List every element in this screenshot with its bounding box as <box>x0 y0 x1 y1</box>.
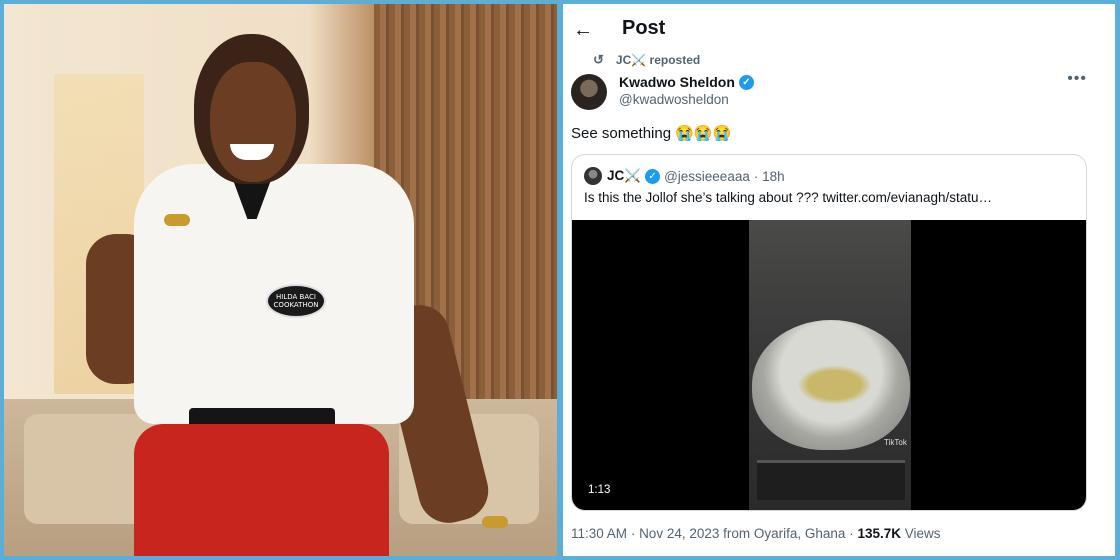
quote-text: Is this the Jollof she’s talking about ?… <box>584 190 1074 205</box>
video-player[interactable]: TikTok 1:13 <box>572 220 1086 510</box>
tweet-date[interactable]: Nov 24, 2023 <box>639 526 719 541</box>
tweet-panel: ← Post ↺ JC⚔️ reposted Kwadwo Sheldon ✓ … <box>563 4 1115 556</box>
photo-panel: HILDA BACI COOKATHON <box>4 4 557 556</box>
tweet-text: See something 😭😭😭 <box>571 125 732 142</box>
person-skirt <box>134 424 389 556</box>
meta-separator: · <box>630 526 640 541</box>
quote-time: · 18h <box>753 168 785 184</box>
tweet-location: from Oyarifa, Ghana <box>723 526 846 541</box>
avatar[interactable] <box>571 74 607 110</box>
quote-link[interactable]: twitter.com/evianagh/statu… <box>822 190 992 205</box>
quoted-tweet[interactable]: JC⚔️ ✓ @jessieeeaaa · 18h Is this the Jo… <box>571 154 1087 511</box>
tweet-meta: 11:30 AM · Nov 24, 2023 from Oyarifa, Gh… <box>571 526 941 541</box>
post-header: ← Post <box>563 4 1115 56</box>
person-face <box>210 62 296 182</box>
page-title: Post <box>622 17 666 39</box>
quote-author-handle: @jessieeeaaa <box>664 168 750 184</box>
video-duration: 1:13 <box>584 482 615 498</box>
pot-oil <box>797 365 872 405</box>
tweet-author: Kwadwo Sheldon ✓ @kwadwosheldon <box>571 74 754 110</box>
author-names: Kwadwo Sheldon ✓ @kwadwosheldon <box>619 74 754 110</box>
avatar <box>584 167 602 185</box>
repost-indicator[interactable]: ↺ JC⚔️ reposted <box>593 52 700 68</box>
tiktok-watermark: TikTok <box>884 438 907 447</box>
more-horizontal-icon[interactable]: ••• <box>1067 70 1087 88</box>
author-name-row[interactable]: Kwadwo Sheldon ✓ <box>619 74 754 90</box>
quote-body: Is this the Jollof she’s talking about ?… <box>584 190 823 205</box>
verified-badge-icon: ✓ <box>738 74 754 90</box>
bracelet <box>164 214 190 226</box>
watch <box>482 516 508 528</box>
shirt-badge: HILDA BACI COOKATHON <box>266 284 326 318</box>
views-count: 135.7K <box>857 526 902 541</box>
arrow-left-icon[interactable]: ← <box>571 18 595 42</box>
author-name[interactable]: Kwadwo Sheldon <box>619 74 735 90</box>
retweet-icon: ↺ <box>593 52 604 67</box>
quote-header: JC⚔️ ✓ @jessieeeaaa · 18h <box>584 167 785 185</box>
tweet-time[interactable]: 11:30 AM <box>571 526 627 541</box>
stove <box>757 460 905 500</box>
views-label: Views <box>904 526 941 541</box>
repost-label: JC⚔️ reposted <box>615 53 701 67</box>
quote-author-name: JC⚔️ <box>607 168 642 183</box>
author-handle[interactable]: @kwadwosheldon <box>619 92 754 107</box>
verified-badge-icon: ✓ <box>645 168 661 184</box>
